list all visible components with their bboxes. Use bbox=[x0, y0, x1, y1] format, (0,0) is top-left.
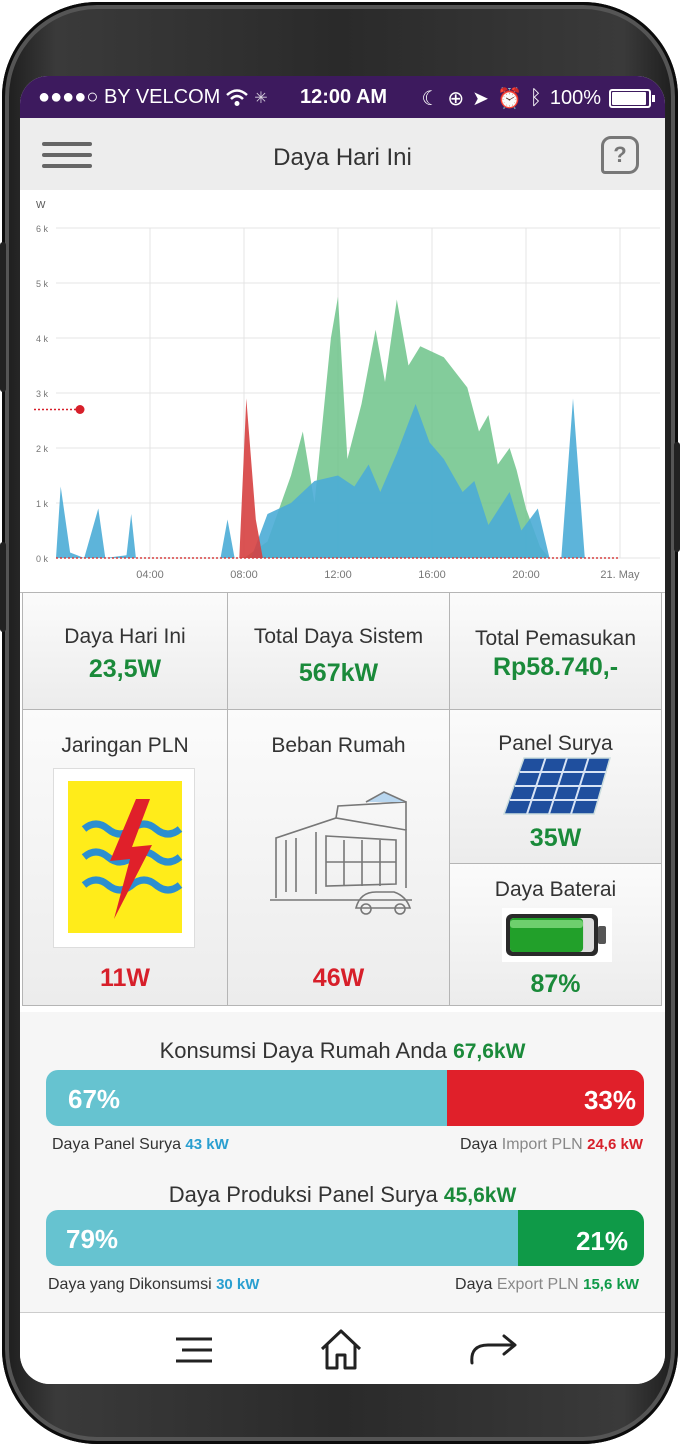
produksi-total: 45,6kW bbox=[443, 1184, 517, 1207]
status-bar: ●●●●○ BY VELCOM ✳ 12:00 AM ☾ ⊕ ➤ ⏰ ᛒ 100… bbox=[20, 76, 665, 118]
card-value: 11W bbox=[99, 964, 151, 992]
stat-total-daya-sistem: Total Daya Sistem 567kW bbox=[227, 592, 450, 710]
battery-percent: 100% bbox=[549, 87, 601, 109]
activity-icon: ✳ bbox=[254, 89, 268, 107]
battery-status-icon bbox=[609, 89, 655, 108]
chart-y-tick-label: 3 k bbox=[36, 389, 49, 399]
konsumsi-left-pct: 67% bbox=[68, 1084, 121, 1114]
power-chart: 0 k 1 k 2 k 3 k 4 k 5 k 6 k 04:00 08:00 12:00 16:0… bbox=[20, 190, 665, 593]
produksi-bar: 79% 21% bbox=[46, 1210, 644, 1266]
volume-button bbox=[0, 242, 6, 392]
alarm-icon: ⏰ bbox=[496, 88, 522, 110]
card-label: Beban Rumah bbox=[271, 734, 406, 757]
pln-logo-icon bbox=[53, 768, 195, 948]
menu-icon[interactable] bbox=[174, 1335, 214, 1365]
konsumsi-left-label: Daya Panel Surya bbox=[52, 1136, 181, 1153]
chart-y-tick-label: 4 k bbox=[36, 334, 49, 344]
produksi-consumed-segment: 79% bbox=[46, 1210, 519, 1266]
phone-frame: ●●●●○ BY VELCOM ✳ 12:00 AM ☾ ⊕ ➤ ⏰ ᛒ 100… bbox=[0, 2, 680, 1444]
location-icon: ➤ bbox=[472, 88, 489, 110]
produksi-left-label: Daya yang Dikonsumsi bbox=[48, 1276, 212, 1293]
konsumsi-pln-segment: 33% bbox=[446, 1070, 644, 1126]
card-label: Daya Baterai bbox=[494, 878, 617, 901]
produksi-right-caption: Daya Export PLN 15,6 kW bbox=[455, 1276, 639, 1294]
produksi-right-value: 15,6 kW bbox=[583, 1276, 639, 1293]
card-beban-rumah[interactable]: Beban Rumah 46W bbox=[227, 709, 450, 1006]
chart-x-tick-label: 08:00 bbox=[230, 569, 258, 581]
card-value: 87% bbox=[530, 970, 581, 998]
power-chart-svg: 0 k 1 k 2 k 3 k 4 k 5 k 6 k 04:00 08:00 12:00 16:0… bbox=[34, 200, 660, 581]
produksi-right-label-a: Daya bbox=[455, 1276, 493, 1293]
chart-x-tick-label: 16:00 bbox=[418, 569, 446, 581]
produksi-title-text: Daya Produksi Panel Surya bbox=[168, 1182, 438, 1207]
page-title: Daya Hari Ini bbox=[273, 144, 412, 171]
solar-panel-icon bbox=[502, 756, 612, 818]
produksi-left-value: 30 kW bbox=[216, 1276, 260, 1293]
battery-icon bbox=[502, 908, 612, 962]
chart-x-tick-label: 21. May bbox=[600, 569, 640, 581]
konsumsi-right-pct: 33% bbox=[583, 1085, 636, 1115]
produksi-right-pct: 21% bbox=[575, 1226, 628, 1256]
card-panel-surya[interactable]: Panel Surya 35W bbox=[449, 709, 662, 864]
produksi-right-label-b: Export PLN bbox=[496, 1276, 579, 1293]
stat-label: Daya Hari Ini bbox=[64, 625, 186, 648]
stats-grid: Daya Hari Ini 23,5W Total Daya Sistem 56… bbox=[20, 592, 665, 1012]
chart-y-tick-label: 6 k bbox=[36, 224, 49, 234]
chart-y-tick-label: 2 k bbox=[36, 444, 49, 454]
konsumsi-left-caption: Daya Panel Surya 43 kW bbox=[52, 1136, 229, 1154]
consumption-section: Konsumsi Daya Rumah Anda 67,6kW 67% 33% … bbox=[20, 1012, 665, 1312]
chart-series-area-2 bbox=[239, 398, 263, 558]
chart-y-axis-label: W bbox=[36, 200, 46, 211]
share-arrow-icon[interactable] bbox=[468, 1333, 520, 1367]
wifi-icon bbox=[226, 88, 249, 106]
card-label: Jaringan PLN bbox=[61, 734, 189, 757]
stat-label: Total Daya Sistem bbox=[253, 625, 424, 648]
produksi-left-caption: Daya yang Dikonsumsi 30 kW bbox=[48, 1276, 259, 1294]
stat-total-pemasukan: Total Pemasukan Rp58.740,- bbox=[449, 592, 662, 710]
konsumsi-right-label-a: Daya bbox=[459, 1136, 498, 1153]
produksi-title: Daya Produksi Panel Surya 45,6kW bbox=[20, 1182, 665, 1208]
konsumsi-bar: 67% 33% bbox=[46, 1070, 644, 1126]
question-icon[interactable]: ? bbox=[601, 136, 639, 174]
card-jaringan-pln[interactable]: Jaringan PLN 11W bbox=[22, 709, 228, 1006]
stat-value: 23,5W bbox=[88, 655, 162, 683]
app-screen: ●●●●○ BY VELCOM ✳ 12:00 AM ☾ ⊕ ➤ ⏰ ᛒ 100… bbox=[20, 76, 665, 1384]
chart-y-tick-label: 1 k bbox=[36, 499, 49, 509]
moon-icon: ☾ bbox=[421, 88, 440, 110]
card-value: 46W bbox=[312, 964, 365, 992]
bottom-nav bbox=[20, 1312, 665, 1384]
card-daya-baterai[interactable]: Daya Baterai 87% bbox=[449, 863, 662, 1006]
lock-rotation-icon: ⊕ bbox=[447, 88, 465, 110]
produksi-export-segment: 21% bbox=[518, 1210, 644, 1266]
konsumsi-solar-segment: 67% bbox=[46, 1070, 447, 1126]
stat-value: Rp58.740,- bbox=[492, 653, 619, 681]
chart-x-tick-label: 12:00 bbox=[324, 569, 352, 581]
konsumsi-right-value: 24,6 kW bbox=[587, 1136, 643, 1153]
konsumsi-right-caption: Daya Import PLN 24,6 kW bbox=[460, 1136, 643, 1154]
stat-daya-hari-ini: Daya Hari Ini 23,5W bbox=[22, 592, 228, 710]
produksi-left-pct: 79% bbox=[66, 1224, 119, 1254]
konsumsi-title: Konsumsi Daya Rumah Anda 67,6kW bbox=[20, 1038, 665, 1064]
konsumsi-title-text: Konsumsi Daya Rumah Anda bbox=[159, 1038, 447, 1063]
konsumsi-total: 67,6kW bbox=[453, 1040, 526, 1063]
carrier-label: ●●●●○ BY VELCOM bbox=[38, 86, 221, 108]
stat-label: Total Pemasukan bbox=[474, 627, 637, 650]
power-button bbox=[674, 442, 680, 552]
card-value: 35W bbox=[529, 824, 582, 852]
chart-y-tick-label: 0 k bbox=[36, 554, 49, 564]
chart-y-tick-label: 5 k bbox=[36, 279, 49, 289]
home-icon[interactable] bbox=[318, 1327, 364, 1371]
app-header: Daya Hari Ini ? bbox=[20, 118, 665, 191]
card-label: Panel Surya bbox=[498, 732, 613, 755]
stat-value: 567kW bbox=[298, 659, 379, 687]
konsumsi-right-label-b: Import PLN bbox=[501, 1136, 583, 1153]
chart-x-tick-label: 20:00 bbox=[512, 569, 540, 581]
chart-x-tick-label: 04:00 bbox=[136, 569, 164, 581]
house-icon bbox=[266, 788, 416, 918]
clock: 12:00 AM bbox=[300, 86, 388, 108]
konsumsi-left-value: 43 kW bbox=[185, 1136, 229, 1153]
side-button bbox=[0, 542, 6, 632]
bluetooth-icon: ᛒ bbox=[529, 87, 542, 109]
chart-marker-dot bbox=[75, 405, 85, 414]
